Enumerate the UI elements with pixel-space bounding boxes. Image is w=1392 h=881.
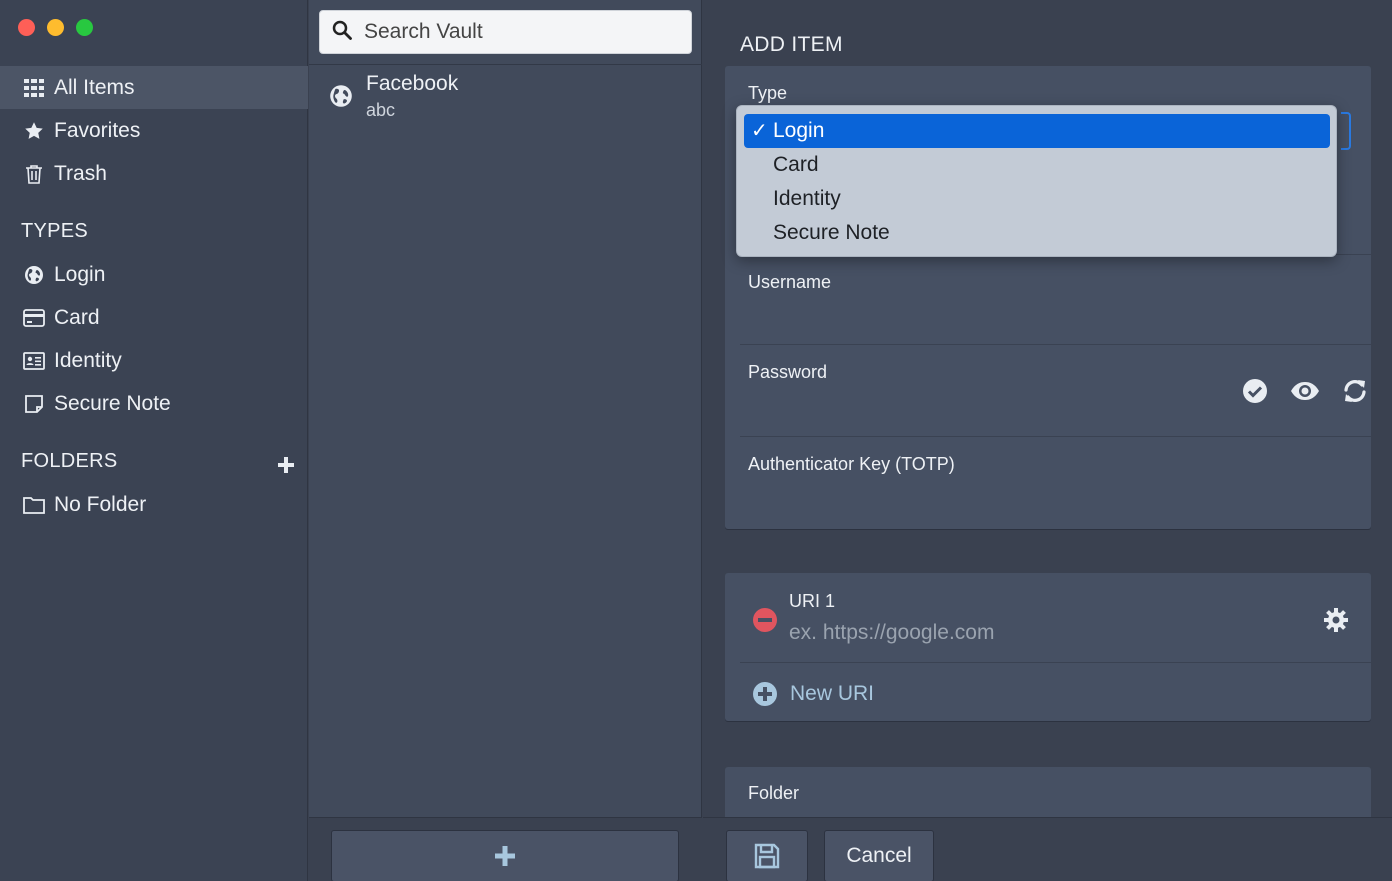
globe-icon bbox=[329, 84, 353, 113]
sidebar-item-all-items[interactable]: All Items bbox=[0, 66, 308, 109]
folder-label: Folder bbox=[748, 783, 800, 803]
search-box[interactable] bbox=[319, 10, 692, 54]
sidebar-item-secure-note[interactable]: Secure Note bbox=[0, 382, 308, 425]
sidebar-item-label: All Items bbox=[54, 75, 135, 99]
uri-options-button[interactable] bbox=[1323, 607, 1349, 638]
divider bbox=[740, 436, 1371, 437]
item-title: Facebook bbox=[366, 72, 459, 95]
divider bbox=[309, 64, 702, 65]
option-label: Secure Note bbox=[773, 221, 890, 244]
save-icon bbox=[754, 843, 780, 869]
item-list-pane: Facebook abc bbox=[309, 0, 702, 881]
id-card-icon bbox=[22, 349, 46, 373]
divider bbox=[740, 662, 1371, 663]
type-select[interactable] bbox=[1341, 112, 1351, 150]
sidebar-item-card[interactable]: Card bbox=[0, 296, 308, 339]
username-label: Username bbox=[748, 272, 832, 292]
password-actions bbox=[1240, 376, 1370, 406]
sidebar-item-favorites[interactable]: Favorites bbox=[0, 109, 308, 152]
globe-icon bbox=[22, 263, 46, 287]
password-label: Password bbox=[748, 362, 828, 382]
item-subtitle: abc bbox=[366, 100, 396, 120]
add-folder-button[interactable] bbox=[277, 456, 295, 474]
divider bbox=[740, 344, 1371, 345]
type-option-login[interactable]: ✓ Login bbox=[744, 114, 1330, 148]
uri-input[interactable] bbox=[789, 621, 1289, 645]
sidebar-item-label: Favorites bbox=[54, 118, 141, 142]
sidebar-item-label: Trash bbox=[54, 161, 107, 185]
save-button[interactable] bbox=[726, 830, 808, 881]
page-title: ADD ITEM bbox=[740, 33, 843, 56]
sidebar-item-label: Identity bbox=[54, 348, 122, 372]
plus-circle-icon bbox=[753, 682, 777, 706]
plus-icon bbox=[495, 846, 515, 866]
minimize-window-button[interactable] bbox=[47, 19, 64, 36]
sidebar: All Items Favorites Trash TYPES Login Ca… bbox=[0, 0, 308, 881]
toggle-password-visibility-button[interactable] bbox=[1290, 376, 1320, 406]
cancel-button[interactable]: Cancel bbox=[824, 830, 934, 881]
type-option-secure-note[interactable]: Secure Note bbox=[744, 216, 1330, 250]
minus-circle-icon bbox=[753, 608, 777, 632]
editor-footer: Cancel bbox=[703, 817, 1392, 881]
types-heading: TYPES bbox=[21, 220, 89, 242]
refresh-icon bbox=[1344, 380, 1366, 402]
checkmark-icon: ✓ bbox=[751, 120, 768, 142]
new-uri-label: New URI bbox=[790, 682, 875, 705]
sidebar-item-label: Card bbox=[54, 305, 100, 329]
sidebar-item-label: Secure Note bbox=[54, 391, 171, 415]
star-icon bbox=[22, 119, 46, 143]
credit-card-icon bbox=[22, 306, 46, 330]
generate-password-button[interactable] bbox=[1340, 376, 1370, 406]
eye-icon bbox=[1291, 382, 1319, 400]
note-icon bbox=[22, 392, 46, 416]
close-window-button[interactable] bbox=[18, 19, 35, 36]
type-label: Type bbox=[748, 83, 788, 103]
type-option-identity[interactable]: Identity bbox=[744, 182, 1330, 216]
sidebar-item-label: Login bbox=[54, 262, 106, 286]
option-label: Identity bbox=[773, 187, 841, 210]
new-uri-button[interactable]: New URI bbox=[752, 681, 874, 707]
sidebar-item-login[interactable]: Login bbox=[0, 253, 308, 296]
check-circle-icon bbox=[1243, 379, 1267, 403]
plus-icon bbox=[278, 457, 294, 473]
folders-heading: FOLDERS bbox=[21, 450, 118, 472]
search-icon bbox=[332, 20, 352, 45]
window-controls bbox=[18, 19, 93, 36]
type-dropdown-menu: ✓ Login Card Identity Secure Note bbox=[736, 105, 1337, 257]
sidebar-item-identity[interactable]: Identity bbox=[0, 339, 308, 382]
maximize-window-button[interactable] bbox=[76, 19, 93, 36]
list-footer bbox=[309, 817, 702, 881]
uri-label: URI 1 bbox=[789, 591, 836, 611]
folder-icon bbox=[22, 493, 46, 517]
gear-icon bbox=[1324, 608, 1348, 632]
sidebar-item-label: No Folder bbox=[54, 492, 147, 516]
list-item[interactable]: Facebook abc bbox=[309, 66, 702, 128]
sidebar-item-trash[interactable]: Trash bbox=[0, 152, 308, 195]
grid-icon bbox=[22, 76, 46, 100]
totp-label: Authenticator Key (TOTP) bbox=[748, 454, 955, 474]
type-option-card[interactable]: Card bbox=[744, 148, 1330, 182]
remove-uri-button[interactable] bbox=[752, 607, 778, 638]
add-item-button[interactable] bbox=[331, 830, 679, 881]
search-input[interactable] bbox=[364, 20, 684, 44]
uri-box: URI 1 New URI bbox=[725, 573, 1371, 721]
option-label: Login bbox=[773, 119, 825, 142]
trash-icon bbox=[22, 162, 46, 186]
check-password-button[interactable] bbox=[1240, 376, 1270, 406]
sidebar-item-no-folder[interactable]: No Folder bbox=[0, 483, 308, 526]
option-label: Card bbox=[773, 153, 819, 176]
